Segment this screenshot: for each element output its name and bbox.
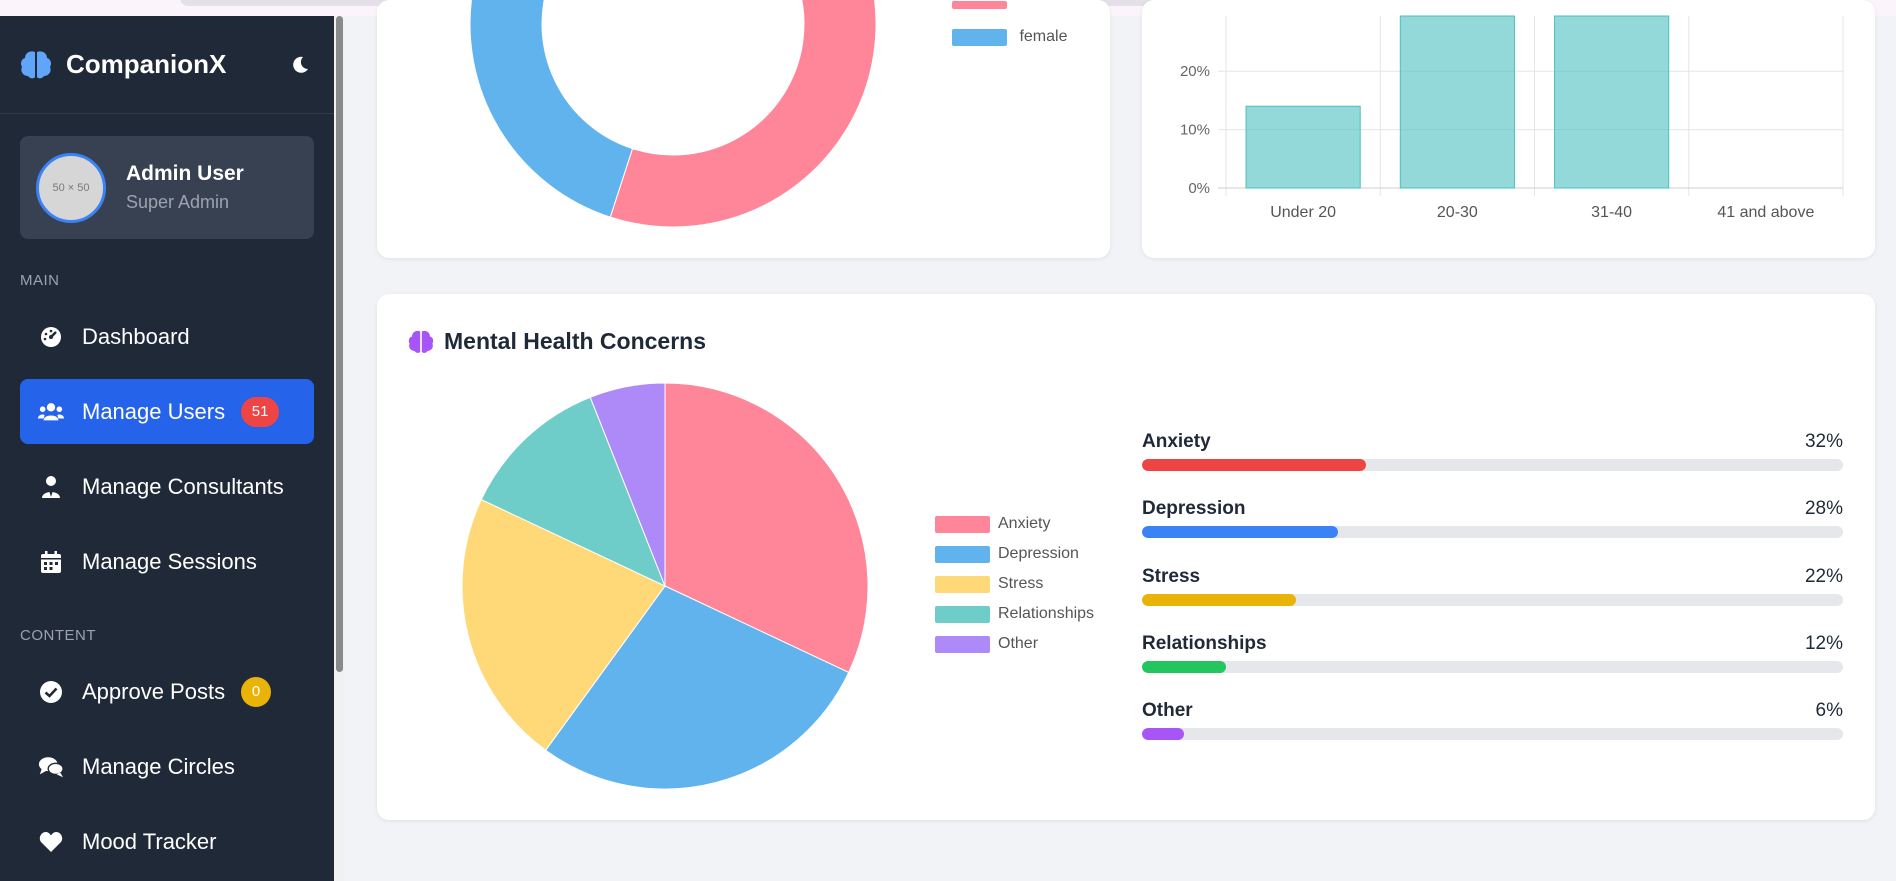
concern-label: Anxiety (1142, 431, 1211, 452)
brand-header: CompanionX (0, 16, 334, 114)
age-distribution-card: 0% 10% 20% Under 20 20-30 31-40 41 and above (1142, 0, 1875, 258)
progress-fill (1142, 526, 1339, 539)
sidebar-item-manage-sessions[interactable]: Manage Sessions (20, 529, 314, 594)
sidebar-item-label: Manage Consultants (82, 473, 284, 499)
progress-track (1142, 526, 1843, 539)
calendar-icon (38, 549, 64, 575)
sidebar-item-manage-circles[interactable]: Manage Circles (20, 734, 314, 799)
concern-label: Other (1142, 700, 1193, 722)
age-bar-chart: 0% 10% 20% Under 20 20-30 31-40 41 and above (1180, 15, 1844, 221)
legend-item[interactable]: Depression (935, 545, 1094, 575)
sidebar-item-label: Dashboard (82, 323, 190, 349)
progress-track (1142, 660, 1843, 673)
dark-mode-toggle[interactable] (286, 51, 314, 79)
legend-label: Depression (998, 545, 1079, 562)
concern-percent: 28% (1804, 498, 1843, 520)
progress-track (1142, 728, 1843, 741)
users-icon (38, 399, 64, 425)
age-y-tick-label: 20% (1180, 63, 1210, 80)
progress-fill (1142, 728, 1185, 741)
age-y-tick-label: 0% (1188, 180, 1210, 197)
brand-name: CompanionX (66, 49, 227, 79)
legend-label: Anxiety (998, 515, 1051, 532)
legend-swatch (935, 635, 990, 653)
gender-legend-item: female (952, 28, 1067, 46)
profile-name: Admin User (126, 162, 244, 185)
users-count-badge: 51 (241, 396, 280, 427)
sidebar-item-manage-users[interactable]: Manage Users 51 (20, 379, 314, 444)
legend-swatch (935, 605, 990, 623)
brain-icon (20, 49, 52, 81)
legend-label: Relationships (998, 605, 1095, 622)
section-label-main: MAIN (20, 272, 60, 289)
concern-progress-row: Other 6% (1142, 700, 1843, 741)
legend-swatch (935, 545, 990, 563)
legend-item[interactable]: Other (935, 635, 1094, 665)
tachometer-icon (38, 324, 64, 350)
concern-percent: 12% (1804, 632, 1843, 654)
sidebar-item-label: Approve Posts (82, 678, 226, 704)
concerns-card-title: Mental Health Concerns (408, 328, 706, 355)
concern-label: Relationships (1142, 632, 1267, 654)
sidebar-item-label: Mood Tracker (82, 828, 217, 854)
sidebar-item-label: Manage Sessions (82, 548, 257, 574)
legend-item[interactable]: Relationships (935, 605, 1094, 635)
concern-progress-row: Depression 28% (1142, 498, 1843, 539)
brain-icon (408, 329, 434, 355)
legend-swatch-female (952, 28, 1007, 46)
concern-label: Stress (1142, 565, 1201, 587)
age-x-tick-label: 41 and above (1717, 204, 1814, 221)
concern-label: Depression (1142, 498, 1246, 520)
progress-fill (1142, 593, 1297, 606)
progress-fill (1142, 660, 1227, 673)
profile-role: Super Admin (126, 192, 230, 212)
age-bar[interactable] (1245, 105, 1361, 189)
concern-percent: 32% (1804, 431, 1843, 452)
age-x-tick-label: 31-40 (1591, 204, 1632, 221)
section-label-content: CONTENT (20, 627, 96, 644)
comments-icon (38, 754, 64, 780)
avatar: 50 × 50 (36, 152, 106, 223)
sidebar-item-dashboard[interactable]: Dashboard (20, 304, 314, 369)
legend-swatch (935, 575, 990, 593)
user-tie-icon (38, 474, 64, 500)
posts-pending-badge: 0 (241, 676, 272, 707)
moon-icon (293, 56, 308, 73)
concern-percent: 6% (1815, 700, 1843, 722)
progress-track (1142, 459, 1843, 471)
sidebar-item-approve-posts[interactable]: Approve Posts 0 (20, 659, 314, 724)
heart-icon (38, 829, 64, 855)
legend-label: Stress (998, 575, 1044, 592)
progress-fill (1142, 459, 1367, 471)
age-bar[interactable] (1554, 15, 1670, 189)
legend-item[interactable]: Stress (935, 575, 1094, 605)
progress-track (1142, 593, 1843, 606)
gender-slice-male[interactable] (609, 0, 877, 228)
age-y-tick-label: 10% (1180, 122, 1210, 139)
concern-progress-row: Relationships 12% (1142, 633, 1843, 673)
sidebar: CompanionX 50 × 50 Admin User Super Admi… (0, 16, 334, 881)
concern-progress-row: Stress 22% (1142, 566, 1843, 606)
concerns-title-text: Mental Health Concerns (444, 328, 706, 354)
legend-label-female: female (1019, 28, 1068, 45)
legend-item[interactable]: Anxiety (935, 515, 1094, 545)
sidebar-item-label: Manage Users (82, 398, 226, 424)
legend-swatch (935, 515, 990, 533)
concerns-pie-chart (461, 382, 869, 790)
profile-card[interactable]: 50 × 50 Admin User Super Admin (20, 136, 314, 239)
gender-legend-male-swatch (952, 0, 1007, 14)
concern-percent: 22% (1804, 565, 1843, 587)
concern-progress-row: Anxiety 32% (1142, 431, 1843, 471)
sidebar-item-manage-consultants[interactable]: Manage Consultants (20, 454, 314, 519)
concerns-pie-legend: Anxiety Depression Stress Relationships Othe… (935, 515, 1094, 665)
legend-label: Other (998, 635, 1039, 652)
age-x-tick-label: Under 20 (1270, 204, 1336, 221)
sidebar-item-label: Manage Circles (82, 753, 235, 779)
sidebar-item-mood-tracker[interactable]: Mood Tracker (20, 809, 314, 874)
age-x-tick-label: 20-30 (1437, 204, 1478, 221)
sidebar-scrollbar-thumb[interactable] (336, 16, 343, 672)
check-circle-icon (38, 679, 64, 705)
gender-distribution-card: female (377, 0, 1110, 258)
age-bar[interactable] (1399, 15, 1515, 189)
